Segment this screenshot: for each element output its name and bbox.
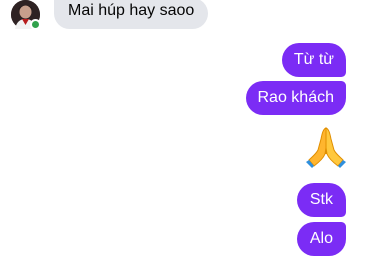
online-status-dot [30,19,41,30]
outgoing-message[interactable]: Stk [296,183,346,217]
incoming-message[interactable]: Mai húp hay saoo [54,0,209,29]
outgoing-message[interactable]: Từ từ [281,43,346,77]
folded-hands-emoji[interactable] [306,126,346,168]
folded-hands-icon [306,127,346,168]
outgoing-message[interactable]: Alo [296,222,346,256]
outgoing-message[interactable]: Rao khách [245,81,346,115]
